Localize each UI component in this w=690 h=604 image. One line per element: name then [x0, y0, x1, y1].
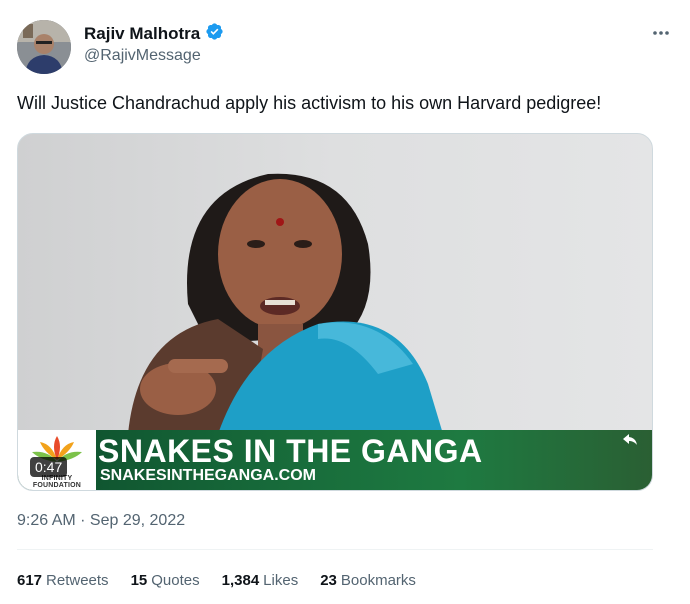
engagement-stats: 617 Retweets 15 Quotes 1,384 Likes 23 Bo… — [17, 572, 416, 589]
bookmarks-count: 23 — [320, 572, 337, 589]
banner-title: SNAKES IN THE GANGA — [98, 433, 483, 469]
bookmarks-stat[interactable]: 23 Bookmarks — [320, 572, 416, 589]
divider — [17, 549, 653, 550]
tweet-text: Will Justice Chandrachud apply his activ… — [17, 93, 602, 113]
logo-caption-line2: FOUNDATION — [32, 482, 82, 489]
quotes-count: 15 — [130, 572, 148, 589]
video-banner: INFINITY FOUNDATION SNAKES IN THE GANGA … — [18, 430, 652, 490]
retweets-label: Retweets — [46, 572, 109, 589]
author-handle[interactable]: @RajivMessage — [84, 47, 201, 65]
bookmarks-label: Bookmarks — [340, 572, 416, 589]
more-dots-icon — [653, 31, 669, 35]
video-share-button[interactable] — [622, 433, 638, 452]
video-duration-badge: 0:47 — [30, 457, 68, 477]
likes-stat[interactable]: 1,384 Likes — [222, 572, 299, 589]
avatar[interactable] — [17, 20, 71, 74]
quotes-label: Quotes — [151, 572, 200, 589]
likes-count: 1,384 — [221, 572, 260, 589]
verified-badge-icon — [205, 22, 224, 46]
author-name-row[interactable]: Rajiv Malhotra — [84, 22, 224, 46]
likes-label: Likes — [263, 572, 299, 589]
retweets-count: 617 — [17, 572, 43, 589]
avatar-image — [17, 20, 71, 74]
more-options-button[interactable] — [650, 22, 672, 44]
banner-url: SNAKESINTHEGANGA.COM — [100, 467, 317, 484]
video-player[interactable]: INFINITY FOUNDATION SNAKES IN THE GANGA … — [17, 133, 653, 491]
retweets-stat[interactable]: 617 Retweets — [17, 572, 109, 589]
logo-caption: INFINITY FOUNDATION — [22, 475, 92, 489]
author-display-name[interactable]: Rajiv Malhotra — [84, 24, 200, 44]
tweet-timestamp[interactable]: 9:26 AM · Sep 29, 2022 — [17, 512, 185, 530]
quotes-stat[interactable]: 15 Quotes — [131, 572, 200, 589]
reply-arrow-icon — [623, 434, 637, 445]
